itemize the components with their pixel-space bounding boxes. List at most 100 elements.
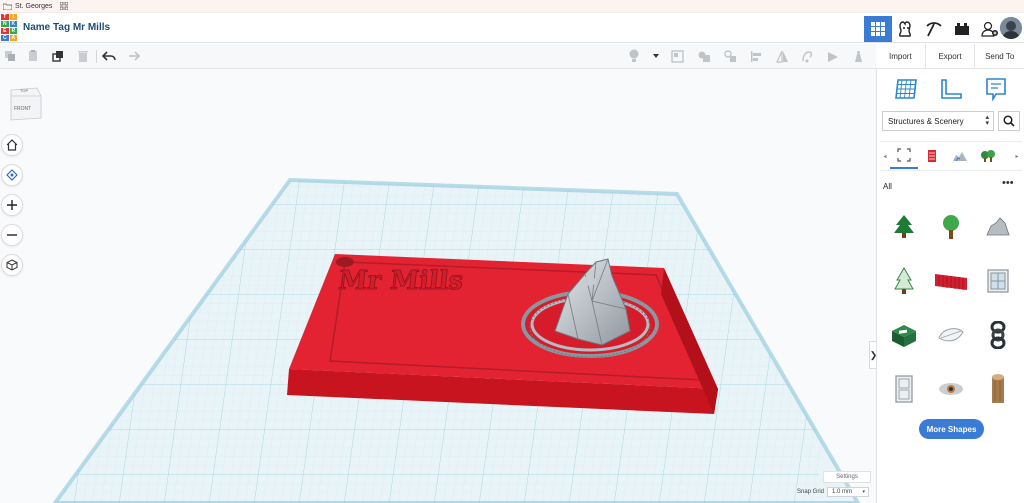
ruler-icon[interactable]: [936, 74, 966, 104]
bookmark-label: St. Georges: [15, 2, 53, 10]
tinkercad-window: St. Georges T I N K E R C A Name Tag Mr …: [0, 0, 1024, 503]
category-trees-icon[interactable]: [974, 143, 1002, 169]
mirror-icon[interactable]: [775, 49, 789, 63]
trash-icon[interactable]: [76, 49, 90, 63]
logo-letter: I: [9, 14, 17, 20]
home-view-button[interactable]: [1, 134, 23, 156]
select-arrows-icon: ▴ ▾: [985, 114, 989, 127]
shape-red-wall[interactable]: [928, 255, 974, 307]
logo-letter: R: [9, 28, 17, 34]
toolbar-divider: [96, 50, 97, 63]
workplane-scene[interactable]: Mr Mills: [0, 69, 876, 503]
shape-eye[interactable]: [928, 363, 974, 415]
light-icon[interactable]: [627, 49, 641, 63]
notes-icon[interactable]: [981, 74, 1011, 104]
logo-letter: T: [1, 14, 9, 20]
copy-icon[interactable]: [3, 49, 17, 63]
bookmarks-bar: St. Georges: [0, 0, 1024, 13]
category-all-icon[interactable]: [890, 143, 918, 169]
shape-rock[interactable]: [975, 201, 1021, 253]
zoom-in-button[interactable]: [1, 194, 23, 216]
orthographic-icon: [6, 259, 18, 271]
title-bar: T I N K E R C A Name Tag Mr Mills: [0, 13, 1024, 43]
more-shapes-button[interactable]: More Shapes: [919, 419, 984, 439]
ortho-view-button[interactable]: [1, 254, 23, 276]
folder-icon: [3, 3, 12, 10]
view-cube-front[interactable]: FRONT: [14, 106, 31, 112]
fit-view-button[interactable]: [1, 164, 23, 186]
avatar[interactable]: [1000, 17, 1022, 39]
shape-chain[interactable]: [975, 309, 1021, 361]
grid-view-icon[interactable]: [864, 16, 892, 42]
settings-button[interactable]: Settings: [823, 471, 871, 483]
workplane-icon[interactable]: [891, 74, 921, 104]
fit-icon: [6, 169, 18, 181]
view-cube[interactable]: TOP FRONT: [7, 84, 43, 122]
group-icon[interactable]: [697, 49, 711, 63]
nametag-text: Mr Mills: [337, 266, 465, 296]
shape-leaf[interactable]: [928, 309, 974, 361]
export-view-icon[interactable]: [826, 49, 840, 63]
shapes-grid: [881, 201, 1021, 415]
redo-icon[interactable]: [126, 49, 140, 63]
bookmark-st-georges[interactable]: St. Georges: [3, 3, 52, 10]
shapes-panel: Structures & Scenery ▴ ▾ ◂ ▸ All ••• Mor…: [876, 69, 1024, 503]
shape-green-crate[interactable]: [881, 309, 927, 361]
shape-pine-tree[interactable]: [881, 201, 927, 253]
chevron-down-icon: ▾: [862, 489, 866, 495]
view-cube-top[interactable]: TOP: [20, 88, 28, 93]
import-button[interactable]: Import: [876, 44, 925, 68]
notes-icon[interactable]: [670, 49, 684, 63]
export-button[interactable]: Export: [924, 44, 975, 68]
shape-window[interactable]: [975, 255, 1021, 307]
edit-toolbar: [0, 44, 876, 69]
snap-grid-select[interactable]: 1.0 mm ▾: [827, 487, 870, 497]
search-button[interactable]: [998, 111, 1020, 131]
apps-icon[interactable]: [60, 2, 71, 10]
send-to-button[interactable]: Send To: [974, 44, 1024, 68]
bricks-icon[interactable]: [948, 16, 976, 42]
logo-letter: A: [9, 35, 17, 41]
import-export-bar: Import Export Send To: [876, 44, 1024, 69]
filter-label: All: [883, 182, 892, 191]
chevron-right-icon[interactable]: ▸: [1012, 153, 1022, 160]
logo-letter: E: [1, 28, 9, 34]
category-strip: ◂ ▸: [880, 141, 1022, 171]
pickaxe-icon[interactable]: [920, 16, 948, 42]
panel-collapse-button[interactable]: ❯: [869, 341, 876, 369]
shape-round-tree[interactable]: [928, 201, 974, 253]
shape-door[interactable]: [881, 363, 927, 415]
cruise-icon[interactable]: [800, 49, 814, 63]
align-icon[interactable]: [749, 49, 763, 63]
snap-grid-value: 1.0 mm: [832, 489, 853, 495]
blocks-icon[interactable]: [892, 16, 920, 42]
top-icon-bar: [864, 16, 1004, 42]
snap-grid-label: Snap Grid: [797, 489, 825, 495]
shape-category-select[interactable]: Structures & Scenery ▴ ▾: [882, 111, 994, 131]
workplane-canvas[interactable]: Mr Mills TOP FRONT Settings Snap Grid 1.…: [0, 69, 876, 503]
undo-icon[interactable]: [102, 49, 116, 63]
panel-mode-icons: [877, 74, 1024, 106]
more-options-icon[interactable]: •••: [1002, 177, 1014, 189]
duplicate-icon[interactable]: [51, 49, 65, 63]
shape-snowy-pine[interactable]: [881, 255, 927, 307]
weight-icon[interactable]: [851, 49, 865, 63]
category-building-icon[interactable]: [918, 143, 946, 169]
chevron-left-icon[interactable]: ◂: [880, 153, 890, 160]
logo-letter: K: [9, 21, 17, 27]
search-icon: [1003, 115, 1015, 127]
snap-grid: Snap Grid 1.0 mm ▾: [797, 487, 870, 497]
category-rocks-icon[interactable]: [946, 143, 974, 169]
tinkercad-logo[interactable]: T I N K E R C A: [1, 14, 17, 41]
zoom-out-icon: [7, 234, 17, 236]
shape-category-value: Structures & Scenery: [888, 116, 964, 126]
shape-log[interactable]: [975, 363, 1021, 415]
paste-icon[interactable]: [26, 49, 40, 63]
home-icon: [6, 139, 18, 151]
light-dropdown-icon[interactable]: [649, 49, 663, 63]
logo-letter: N: [1, 21, 9, 27]
zoom-out-button[interactable]: [1, 224, 23, 246]
nametag-model[interactable]: Mr Mills: [287, 254, 718, 414]
document-title[interactable]: Name Tag Mr Mills: [23, 22, 110, 33]
ungroup-icon[interactable]: [723, 49, 737, 63]
